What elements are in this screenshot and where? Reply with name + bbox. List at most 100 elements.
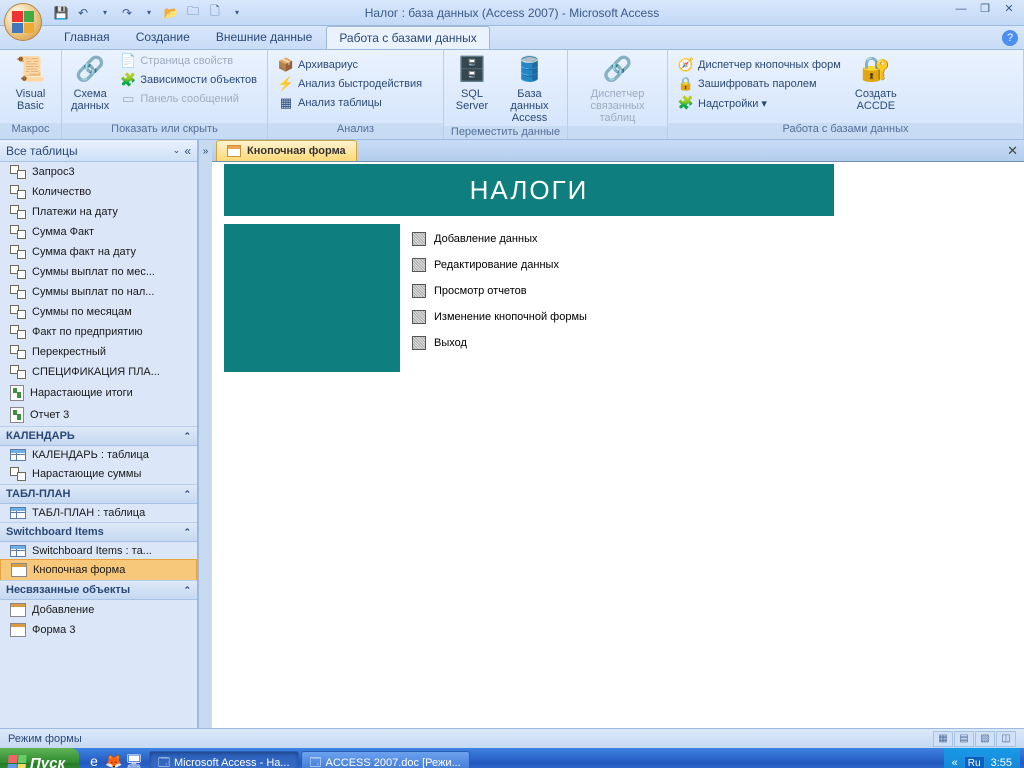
sql-server-icon: 🗄️ (456, 54, 488, 86)
nav-item[interactable]: Сумма Факт (0, 222, 197, 242)
nav-item-label: Нарастающие итоги (30, 387, 133, 399)
tab-home[interactable]: Главная (52, 26, 122, 49)
switchboard-item-label: Изменение кнопочной формы (434, 311, 587, 323)
taskbar-task-button[interactable]: 🗔Microsoft Access - На... (149, 751, 298, 768)
nav-header[interactable]: Все таблицы ⌄« (0, 140, 197, 162)
object-dependencies-button[interactable]: 🧩Зависимости объектов (116, 71, 261, 89)
property-sheet-button[interactable]: 📄Страница свойств (116, 52, 261, 70)
nav-item-label: Нарастающие суммы (32, 468, 141, 480)
relationships-button[interactable]: 🔗 Схема данных (68, 52, 112, 114)
ql-desktop-icon[interactable]: 🖥 (125, 753, 143, 768)
nav-item[interactable]: Суммы выплат по нал... (0, 282, 197, 302)
nav-section-header[interactable]: КАЛЕНДАРЬ⌃ (0, 426, 197, 446)
access-db-button[interactable]: 🛢️ База данных Access (498, 52, 561, 126)
switchboard-mgr-icon: 🧭 (678, 57, 694, 73)
nav-item[interactable]: Сумма факт на дату (0, 242, 197, 262)
new-doc-icon[interactable]: 🗋 (206, 4, 224, 22)
view-layout-button[interactable]: ▧ (975, 731, 995, 747)
nav-item-label: Запрос3 (32, 166, 75, 178)
switchboard-menu-item[interactable]: Изменение кнопочной формы (412, 310, 587, 324)
analyze-table-button[interactable]: ▦Анализ таблицы (274, 94, 426, 112)
switchboard-menu-item[interactable]: Выход (412, 336, 587, 350)
save-icon[interactable]: 💾 (52, 4, 70, 22)
nav-item-label: Суммы выплат по мес... (32, 266, 155, 278)
sql-server-button[interactable]: 🗄️ SQL Server (450, 52, 494, 114)
nav-item[interactable]: Перекрестный (0, 342, 197, 362)
switchboard-menu-item[interactable]: Добавление данных (412, 232, 587, 246)
tab-database-tools[interactable]: Работа с базами данных (326, 26, 489, 49)
switchboard-menu-item[interactable]: Редактирование данных (412, 258, 587, 272)
switchboard-menu-item[interactable]: Просмотр отчетов (412, 284, 587, 298)
tray-expand-icon[interactable]: « (952, 757, 958, 768)
nav-item[interactable]: Кнопочная форма (0, 559, 197, 581)
nav-section-header[interactable]: ТАБЛ-ПЛАН⌃ (0, 484, 197, 504)
taskbar-task-button[interactable]: 🗔ACCESS 2007.doc [Режи... (301, 751, 470, 768)
documenter-button[interactable]: 📦Архивариус (274, 56, 426, 74)
visual-basic-button[interactable]: 📜 Visual Basic (6, 52, 55, 114)
document-tab[interactable]: Кнопочная форма (216, 140, 357, 161)
make-accde-button[interactable]: 🔐 Создать ACCDE (849, 52, 903, 114)
nav-item[interactable]: ТАБЛ-ПЛАН : таблица (0, 504, 197, 522)
nav-item[interactable]: Нарастающие суммы (0, 464, 197, 484)
redo-dropdown-icon[interactable]: ▾ (140, 4, 158, 22)
query-icon (10, 205, 26, 219)
restore-button[interactable]: ❐ (974, 2, 996, 18)
nav-item[interactable]: Добавление (0, 600, 197, 620)
nav-item[interactable]: Количество (0, 182, 197, 202)
switchboard-item-button[interactable] (412, 336, 426, 350)
switchboard-manager-button[interactable]: 🧭Диспетчер кнопочных форм (674, 56, 845, 74)
shutter-bar[interactable]: » (198, 140, 212, 728)
ql-ie-icon[interactable]: e (85, 753, 103, 768)
nav-section-header[interactable]: Switchboard Items⌃ (0, 522, 197, 542)
nav-item[interactable]: Отчет 3 (0, 404, 197, 426)
minimize-button[interactable]: — (950, 2, 972, 18)
view-form-button[interactable]: ▦ (933, 731, 953, 747)
switchboard-item-button[interactable] (412, 284, 426, 298)
help-icon[interactable]: ? (1002, 30, 1018, 46)
close-button[interactable]: ✕ (998, 2, 1020, 18)
tab-external-data[interactable]: Внешние данные (204, 26, 325, 49)
undo-dropdown-icon[interactable]: ▾ (96, 4, 114, 22)
addins-button[interactable]: 🧩Надстройки ▾ (674, 94, 845, 112)
nav-item[interactable]: Запрос3 (0, 162, 197, 182)
view-design-button[interactable]: ◫ (996, 731, 1016, 747)
nav-collapse-icon[interactable]: « (184, 144, 191, 158)
group-macro-label: Макрос (0, 123, 61, 139)
switchboard-title: НАЛОГИ (470, 175, 589, 206)
switchboard-item-button[interactable] (412, 232, 426, 246)
nav-item[interactable]: Суммы выплат по мес... (0, 262, 197, 282)
tab-create[interactable]: Создание (124, 26, 202, 49)
undo-icon[interactable]: ↶ (74, 4, 92, 22)
ql-browser-icon[interactable]: 🦊 (105, 753, 123, 768)
redo-icon[interactable]: ↷ (118, 4, 136, 22)
nav-item-label: Switchboard Items : та... (32, 545, 152, 557)
document-close-button[interactable]: ✕ (1007, 143, 1018, 159)
nav-section-header[interactable]: Несвязанные объекты⌃ (0, 580, 197, 600)
nav-item[interactable]: Платежи на дату (0, 202, 197, 222)
view-datasheet-button[interactable]: ▤ (954, 731, 974, 747)
nav-item[interactable]: КАЛЕНДАРЬ : таблица (0, 446, 197, 464)
switchboard-item-button[interactable] (412, 258, 426, 272)
document-area: Кнопочная форма ✕ НАЛОГИ Добавление данн… (212, 140, 1024, 728)
switchboard-item-button[interactable] (412, 310, 426, 324)
status-mode: Режим формы (8, 733, 82, 745)
analyze-performance-button[interactable]: ⚡Анализ быстродействия (274, 75, 426, 93)
linked-tables-icon: 🔗 (602, 54, 634, 86)
open-folder-icon[interactable]: 📂 (162, 4, 180, 22)
switchboard-item-label: Выход (434, 337, 467, 349)
nav-item[interactable]: Форма 3 (0, 620, 197, 640)
qat-customize-icon[interactable]: ▾ (228, 4, 246, 22)
system-tray: « Ru 3:55 (944, 748, 1020, 768)
nav-item[interactable]: СПЕЦИФИКАЦИЯ ПЛА... (0, 362, 197, 382)
nav-item[interactable]: Нарастающие итоги (0, 382, 197, 404)
message-bar-button[interactable]: ▭Панель сообщений (116, 90, 261, 108)
start-button[interactable]: Пуск (0, 748, 79, 768)
encrypt-button[interactable]: 🔒Зашифровать паролем (674, 75, 845, 93)
nav-item[interactable]: Факт по предприятию (0, 322, 197, 342)
nav-item[interactable]: Switchboard Items : та... (0, 542, 197, 560)
nav-dropdown-icon[interactable]: ⌄ (173, 145, 181, 156)
nav-item[interactable]: Суммы по месяцам (0, 302, 197, 322)
office-button[interactable] (4, 3, 42, 41)
category-icon[interactable]: 🗀 (184, 4, 202, 22)
language-indicator[interactable]: Ru (964, 756, 985, 768)
